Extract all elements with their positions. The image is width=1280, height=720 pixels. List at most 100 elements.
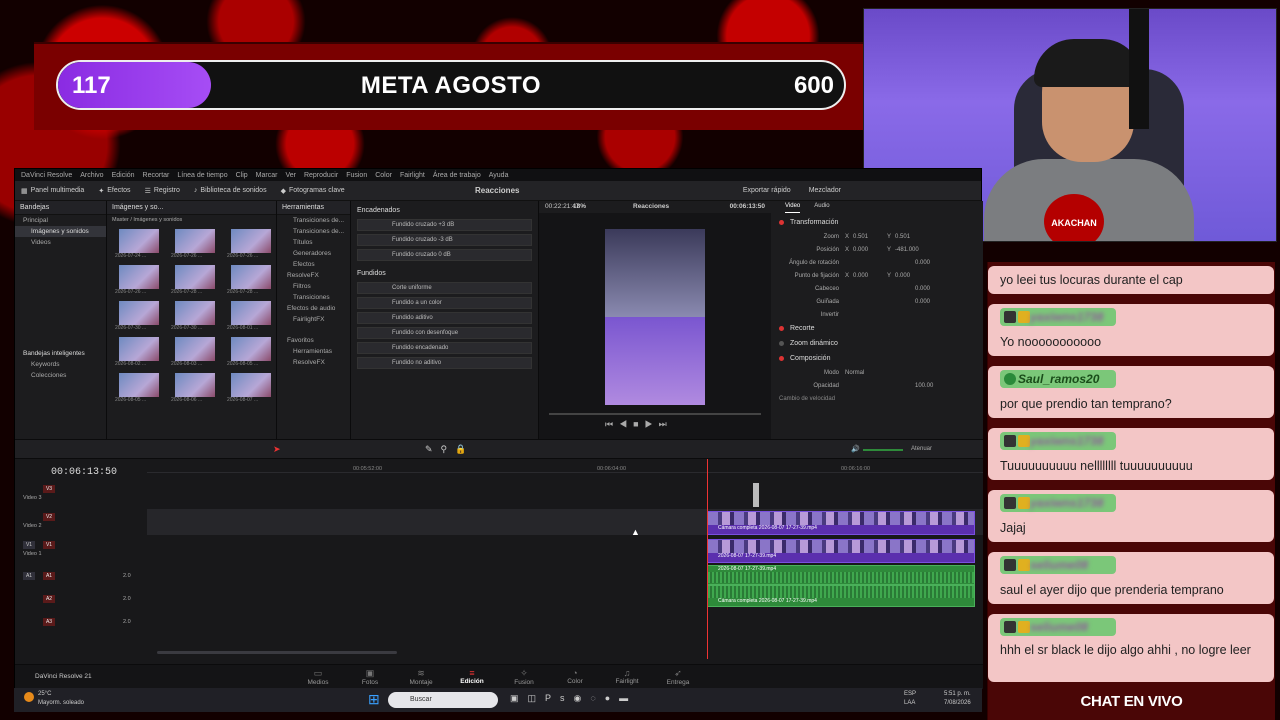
viewer-zoom[interactable]: 18%	[573, 203, 586, 210]
page-fusion[interactable]: ✧ Fusion	[499, 668, 549, 686]
fx-entry[interactable]: Fundido cruzado -3 dB	[357, 234, 532, 246]
media-thumb[interactable]: 2026-08-07 ...	[227, 373, 275, 403]
section-composite[interactable]: Composición	[771, 351, 983, 366]
weather-temp[interactable]: 25°C	[38, 691, 51, 697]
selection-tool-icon[interactable]: ➤	[273, 444, 281, 455]
media-thumb[interactable]: 2026-08-06 ...	[171, 373, 219, 403]
media-thumb[interactable]: 2026-07-28 ...	[171, 265, 219, 295]
media-thumb[interactable]: 2026-07-30 ...	[171, 301, 219, 331]
menu-help[interactable]: Ayuda	[489, 172, 509, 179]
media-thumb[interactable]: 2026-07-26 ...	[171, 229, 219, 259]
timeline[interactable]: 00:06:13:50 00:05:52:00 00:06:04:00 00:0…	[15, 459, 983, 664]
opacity-row[interactable]: Opacidad 100.00	[771, 379, 983, 392]
adjustment-clip-v3[interactable]	[753, 483, 759, 507]
fx-item[interactable]: Favoritos	[277, 335, 350, 346]
clip-a1[interactable]: 2026-08-07 17-27-39.mp4	[707, 565, 975, 585]
transport-controls[interactable]: ⏮◀■▶⏭	[605, 419, 673, 430]
scrub-bar[interactable]	[549, 413, 761, 415]
flip-row[interactable]: Invertir	[771, 308, 983, 321]
media-pool-button[interactable]: ▦ Panel multimedia	[21, 187, 84, 195]
media-thumb[interactable]: 2026-07-24 ...	[115, 229, 163, 259]
media-thumb[interactable]: 2026-08-05 ...	[227, 337, 275, 367]
fx-item[interactable]: Transiciones	[277, 292, 350, 303]
attenuate-button[interactable]: Atenuar	[911, 446, 932, 452]
media-thumb[interactable]: 2026-08-01 ...	[227, 301, 275, 331]
smart-bin-keywords[interactable]: Keywords	[15, 359, 106, 370]
page-color[interactable]: ◔ Color	[550, 668, 600, 685]
section-transform[interactable]: Transformación	[771, 215, 983, 230]
speaker-icon[interactable]: 🔊	[851, 445, 860, 453]
edit-tools[interactable]: ✎⚲🔒	[425, 444, 474, 455]
menu-fairlight[interactable]: Fairlight	[400, 172, 425, 179]
language-indicator[interactable]: ESP	[904, 691, 916, 697]
clip-v1[interactable]: 2026-08-07 17-27-39.mp4	[707, 539, 975, 563]
fx-item[interactable]: Filtros	[277, 281, 350, 292]
section-dynamic-zoom[interactable]: Zoom dinámico	[771, 336, 983, 351]
media-thumb[interactable]: 2026-08-02 ...	[115, 337, 163, 367]
fx-item[interactable]: Transiciones de...	[277, 215, 350, 226]
mode-row[interactable]: Modo Normal	[771, 366, 983, 379]
page-media[interactable]: ▭ Medios	[293, 668, 343, 686]
fx-entry[interactable]: Fundido no aditivo	[357, 357, 532, 369]
volume-slider[interactable]	[863, 449, 903, 451]
quick-export-button[interactable]: Exportar rápido	[743, 187, 791, 194]
language-indicator-2[interactable]: LAA	[904, 700, 915, 706]
menu-workspace[interactable]: Área de trabajo	[433, 172, 481, 179]
position-row[interactable]: Posición X 0.000 Y -481.000	[771, 243, 983, 256]
fx-entry[interactable]: Corte uniforme	[357, 282, 532, 294]
page-fairlight[interactable]: ♫ Fairlight	[602, 668, 652, 685]
media-thumb[interactable]: 2026-07-28 ...	[227, 265, 275, 295]
menu-playback[interactable]: Reproducir	[304, 172, 338, 179]
weather-desc[interactable]: Mayorm. soleado	[38, 700, 84, 706]
menu-trim[interactable]: Recortar	[143, 172, 170, 179]
menu-mark[interactable]: Marcar	[256, 172, 278, 179]
fx-entry[interactable]: Fundido encadenado	[357, 342, 532, 354]
fx-item[interactable]: ResolveFX	[277, 357, 350, 368]
fx-item[interactable]: Efectos de audio	[277, 303, 350, 314]
page-photo[interactable]: ▣ Fotos	[345, 668, 395, 686]
rotation-row[interactable]: Ángulo de rotación 0.000	[771, 256, 983, 269]
bin-images[interactable]: Imágenes y sonidos	[15, 226, 106, 237]
menu-clip[interactable]: Clip	[236, 172, 248, 179]
timeline-ruler[interactable]: 00:05:52:00 00:06:04:00 00:06:16:00	[147, 459, 983, 473]
fx-item[interactable]: Transiciones de...	[277, 226, 350, 237]
clock-date[interactable]: 7/08/2026	[944, 700, 971, 706]
effects-button[interactable]: ✦ Efectos	[98, 187, 130, 195]
pinned-apps[interactable]: ▣◫Ps◉◌●▬	[510, 693, 637, 704]
tab-video[interactable]: Video	[785, 203, 801, 213]
anchor-row[interactable]: Punto de fijación X 0.000 Y 0.000	[771, 269, 983, 282]
section-crop[interactable]: Recorte	[771, 321, 983, 336]
keyframes-button[interactable]: ◆ Fotogramas clave	[281, 187, 345, 195]
fx-item[interactable]: FairlightFX	[277, 314, 350, 325]
playhead[interactable]	[707, 459, 708, 659]
bin-master[interactable]: Principal	[15, 215, 106, 226]
menu-app[interactable]: DaVinci Resolve	[21, 172, 72, 179]
page-deliver[interactable]: ➶ Entrega	[653, 668, 703, 686]
fx-entry[interactable]: Fundido aditivo	[357, 312, 532, 324]
taskbar-search[interactable]: Buscar	[388, 692, 498, 708]
menu-file[interactable]: Archivo	[80, 172, 103, 179]
menu-color[interactable]: Color	[375, 172, 392, 179]
zoom-row[interactable]: Zoom X 0.501 Y 0.501	[771, 230, 983, 243]
mixer-button[interactable]: Mezclador	[809, 187, 841, 194]
media-thumb[interactable]: 2026-07-26 ...	[227, 229, 275, 259]
smart-bin-collections[interactable]: Colecciones	[15, 370, 106, 381]
index-button[interactable]: ☰ Registro	[145, 187, 180, 195]
media-thumb[interactable]: 2026-08-05 ...	[115, 373, 163, 403]
tab-audio[interactable]: Audio	[814, 203, 829, 213]
fx-item[interactable]: Títulos	[277, 237, 350, 248]
viewer[interactable]: ⏮◀■▶⏭	[539, 213, 771, 439]
fx-item[interactable]: Efectos	[277, 259, 350, 270]
clip-v2[interactable]: Cámara completa 2026-08-07 17-27-39.mp4	[707, 511, 975, 535]
media-thumb[interactable]: 2026-08-03 ...	[171, 337, 219, 367]
menu-edit[interactable]: Edición	[112, 172, 135, 179]
fx-entry[interactable]: Fundido cruzado 0 dB	[357, 249, 532, 261]
media-thumb[interactable]: 2026-07-26 ...	[115, 265, 163, 295]
media-thumb[interactable]: 2026-07-30 ...	[115, 301, 163, 331]
sound-library-button[interactable]: ♪ Biblioteca de sonidos	[194, 187, 267, 194]
fx-item[interactable]: ResolveFX	[277, 270, 350, 281]
clip-a2[interactable]: Cámara completa 2026-08-07 17-27-39.mp4	[707, 585, 975, 607]
menu-view[interactable]: Ver	[285, 172, 296, 179]
windows-start-icon[interactable]: ⊞	[368, 691, 380, 708]
speed-row[interactable]: Cambio de velocidad	[771, 392, 983, 405]
